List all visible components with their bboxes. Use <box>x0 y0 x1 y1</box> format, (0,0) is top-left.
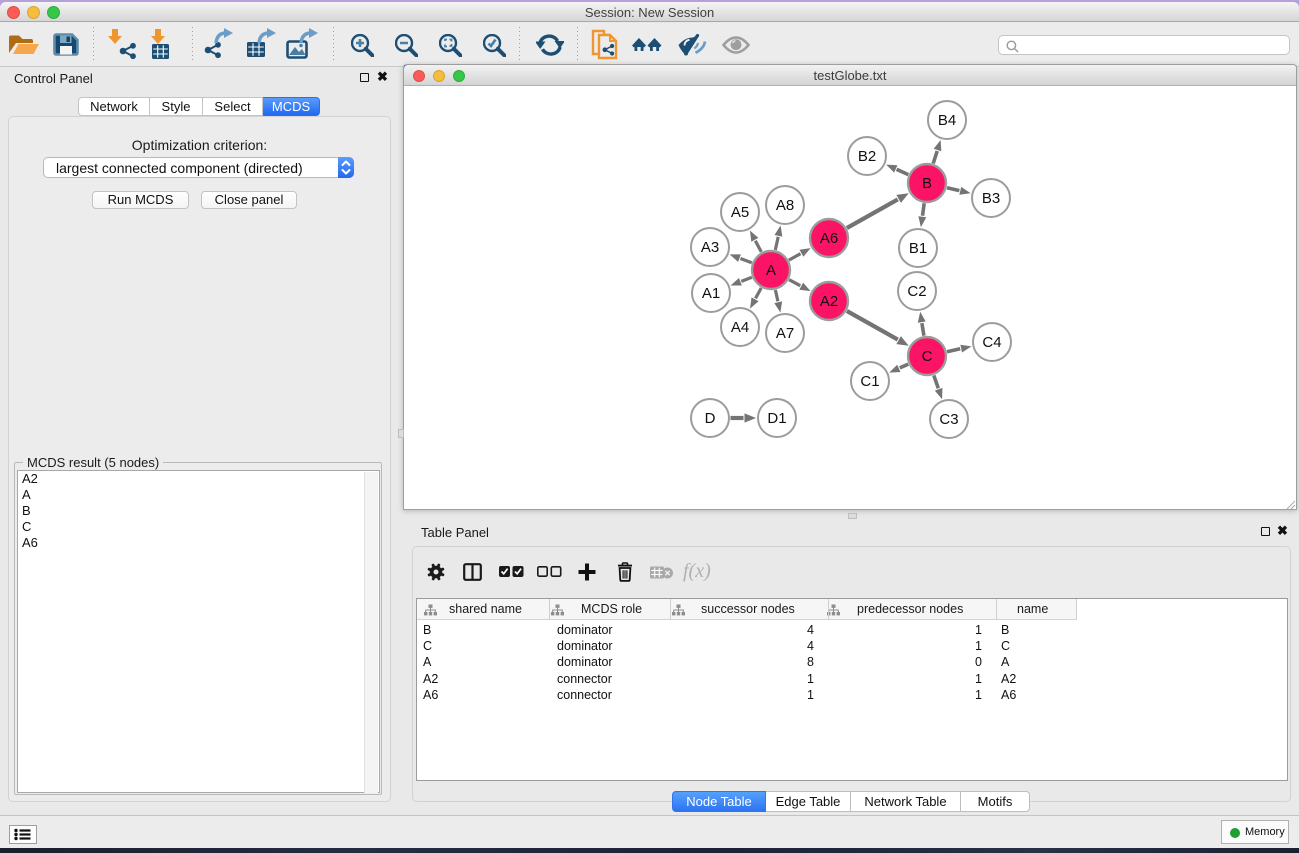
svg-text:A4: A4 <box>731 319 749 336</box>
svg-text:B2: B2 <box>858 148 876 165</box>
svg-text:C3: C3 <box>939 411 958 428</box>
svg-text:B4: B4 <box>938 112 956 129</box>
svg-text:A3: A3 <box>701 239 719 256</box>
svg-text:A1: A1 <box>702 285 720 302</box>
svg-text:A8: A8 <box>776 197 794 214</box>
svg-text:A5: A5 <box>731 204 749 221</box>
svg-text:A6: A6 <box>820 230 838 247</box>
svg-text:D1: D1 <box>767 410 786 427</box>
svg-text:A2: A2 <box>820 293 838 310</box>
svg-text:A7: A7 <box>776 325 794 342</box>
svg-text:C1: C1 <box>860 373 879 390</box>
svg-text:B3: B3 <box>982 190 1000 207</box>
svg-text:D: D <box>705 410 716 427</box>
svg-text:B1: B1 <box>909 240 927 257</box>
svg-text:C2: C2 <box>907 283 926 300</box>
svg-text:C: C <box>922 348 933 365</box>
svg-text:C4: C4 <box>982 334 1001 351</box>
svg-text:B: B <box>922 175 932 192</box>
svg-text:A: A <box>766 262 776 279</box>
